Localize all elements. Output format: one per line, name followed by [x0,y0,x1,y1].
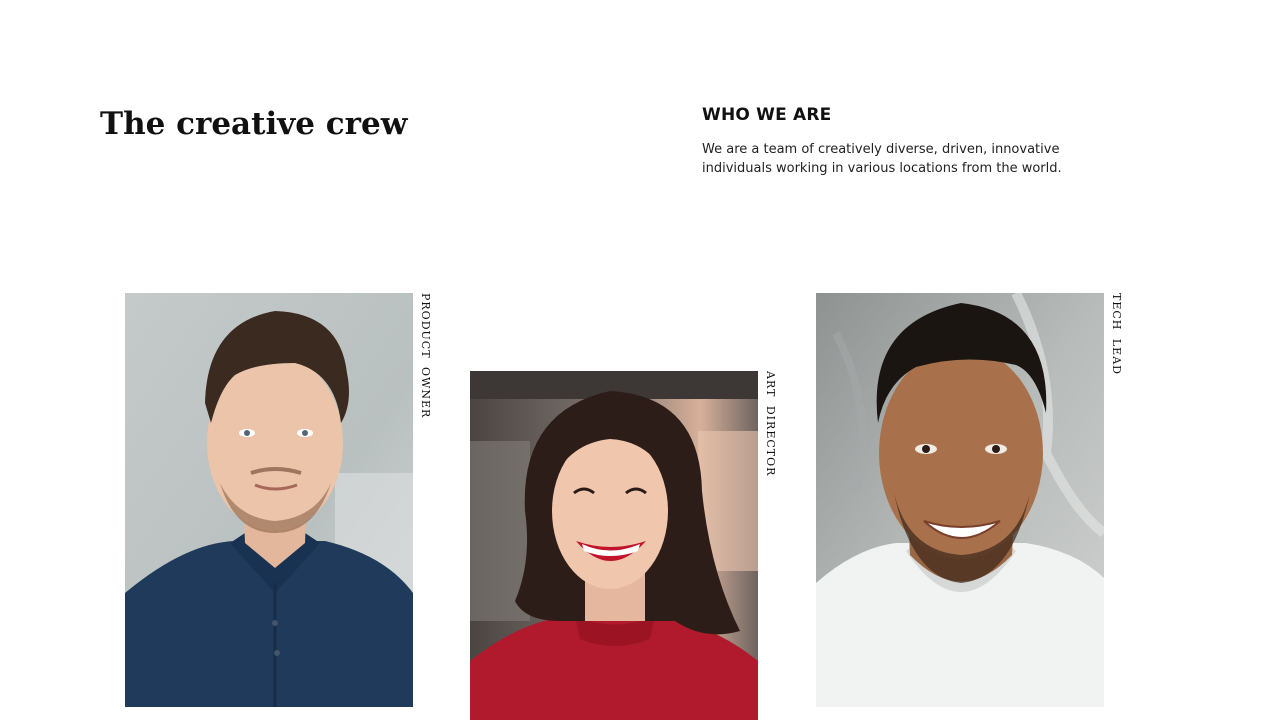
intro-block: WHO WE ARE We are a team of creatively d… [702,104,1102,178]
intro-text: We are a team of creatively diverse, dri… [702,142,1062,176]
page-title: The creative crew [100,106,408,142]
role-label: TECH LEAD [1110,293,1123,375]
team-member-art-director: ART DIRECTOR [470,371,780,720]
art-director-photo [470,371,758,720]
smiling-woman-red-top-photo-icon [470,371,758,720]
product-owner-photo [125,293,413,707]
team-section: The creative crew WHO WE ARE We are a te… [0,0,1280,720]
team-member-tech-lead: TECH LEAD [816,293,1126,707]
role-label: PRODUCT OWNER [419,293,432,419]
intro-heading: WHO WE ARE [702,105,832,125]
man-in-navy-polo-photo-icon [125,293,413,707]
role-label: ART DIRECTOR [764,371,777,477]
tech-lead-photo [816,293,1104,707]
team-member-product-owner: PRODUCT OWNER [125,293,435,707]
smiling-man-white-tshirt-photo-icon [816,293,1104,707]
